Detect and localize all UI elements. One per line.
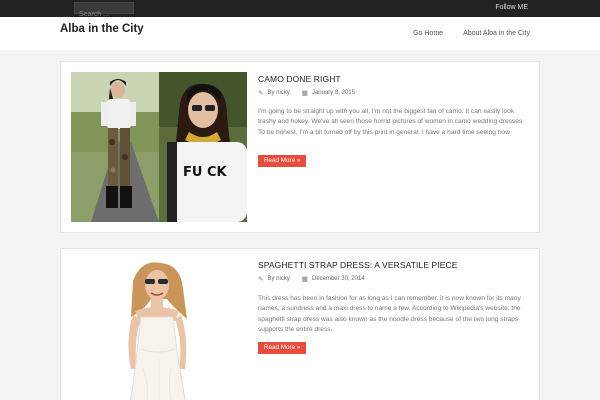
post-date: ▦ December 30, 2014 <box>302 275 365 283</box>
site-title[interactable]: Alba in the City <box>60 23 144 35</box>
post-meta: ✎ By nicky ▦ January 8, 2015 <box>258 89 355 97</box>
nav-item-go-home[interactable]: Go Home <box>413 30 443 37</box>
post-title[interactable]: CAMO DONE RIGHT <box>258 74 341 84</box>
follow-me-link[interactable]: Follow ME <box>495 4 528 11</box>
post-card: SPAGHETTI STRAP DRESS: A VERSATILE PIECE… <box>60 248 540 400</box>
post-excerpt: This dress has been in fashion for as lo… <box>258 295 521 333</box>
main-nav: Go Home About Alba in the City <box>413 30 530 37</box>
post-card: FU CK CAMO DONE RIGHT ✎ By nicky ▦ Janua… <box>60 61 540 233</box>
search-box[interactable] <box>74 2 134 20</box>
author-label[interactable]: By nicky <box>267 276 289 282</box>
post-author: ✎ By nicky <box>258 89 290 97</box>
read-more-button[interactable]: Read More » <box>258 155 307 167</box>
post-author: ✎ By nicky <box>258 275 290 283</box>
nav-item-about[interactable]: About Alba in the City <box>463 30 530 37</box>
pencil-icon: ✎ <box>258 90 264 97</box>
author-label[interactable]: By nicky <box>267 90 289 96</box>
post-thumbnail[interactable] <box>71 259 247 400</box>
post-meta: ✎ By nicky ▦ December 30, 2014 <box>258 275 365 283</box>
shirt-print: FU CK <box>183 165 228 180</box>
top-bar: Follow ME <box>0 0 600 20</box>
post-thumbnail[interactable]: FU CK <box>71 72 247 222</box>
calendar-icon: ▦ <box>301 276 308 283</box>
camo-outfit-image: FU CK <box>71 72 247 222</box>
white-dress-image <box>71 259 247 400</box>
post-date: ▦ January 8, 2015 <box>302 89 355 97</box>
site-header: Alba in the City Go Home About Alba in t… <box>0 17 600 50</box>
pencil-icon: ✎ <box>258 276 264 283</box>
date-label[interactable]: December 30, 2014 <box>312 276 365 282</box>
date-label[interactable]: January 8, 2015 <box>312 90 355 96</box>
read-more-button[interactable]: Read More » <box>258 342 307 354</box>
post-excerpt: I'm going to be straight up with you all… <box>258 108 524 136</box>
calendar-icon: ▦ <box>301 90 308 97</box>
post-title[interactable]: SPAGHETTI STRAP DRESS: A VERSATILE PIECE <box>258 260 458 270</box>
